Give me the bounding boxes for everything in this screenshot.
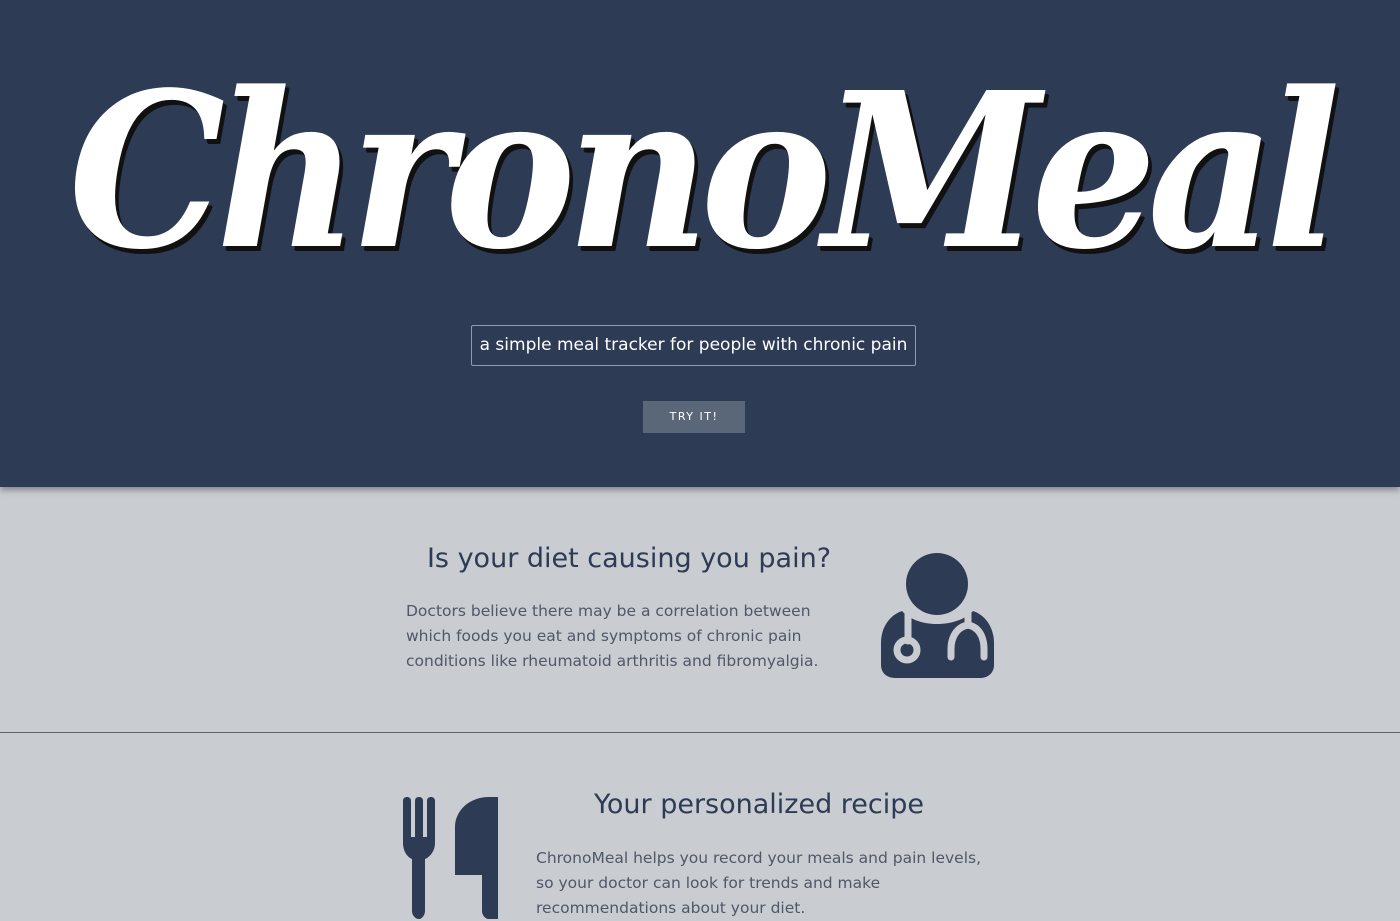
feature-diet-pain: Is your diet causing you pain? Doctors b… [0, 487, 1400, 733]
tagline: a simple meal tracker for people with ch… [471, 325, 916, 366]
feature-title: Is your diet causing you pain? [426, 543, 832, 574]
hero-banner: ChronoMeal a simple meal tracker for peo… [0, 0, 1400, 487]
feature-title: Your personalized recipe [593, 789, 925, 820]
utensils-icon [403, 797, 498, 919]
app-logo: ChronoMeal [68, 46, 1341, 297]
feature-description: Doctors believe there may be a correlati… [406, 602, 819, 670]
feature-personalized-recipe: Your personalized recipe ChronoMeal help… [0, 733, 1400, 919]
doctor-icon [881, 553, 994, 678]
feature-description: ChronoMeal helps you record your meals a… [536, 849, 982, 917]
try-it-button[interactable]: TRY IT! [643, 401, 745, 433]
